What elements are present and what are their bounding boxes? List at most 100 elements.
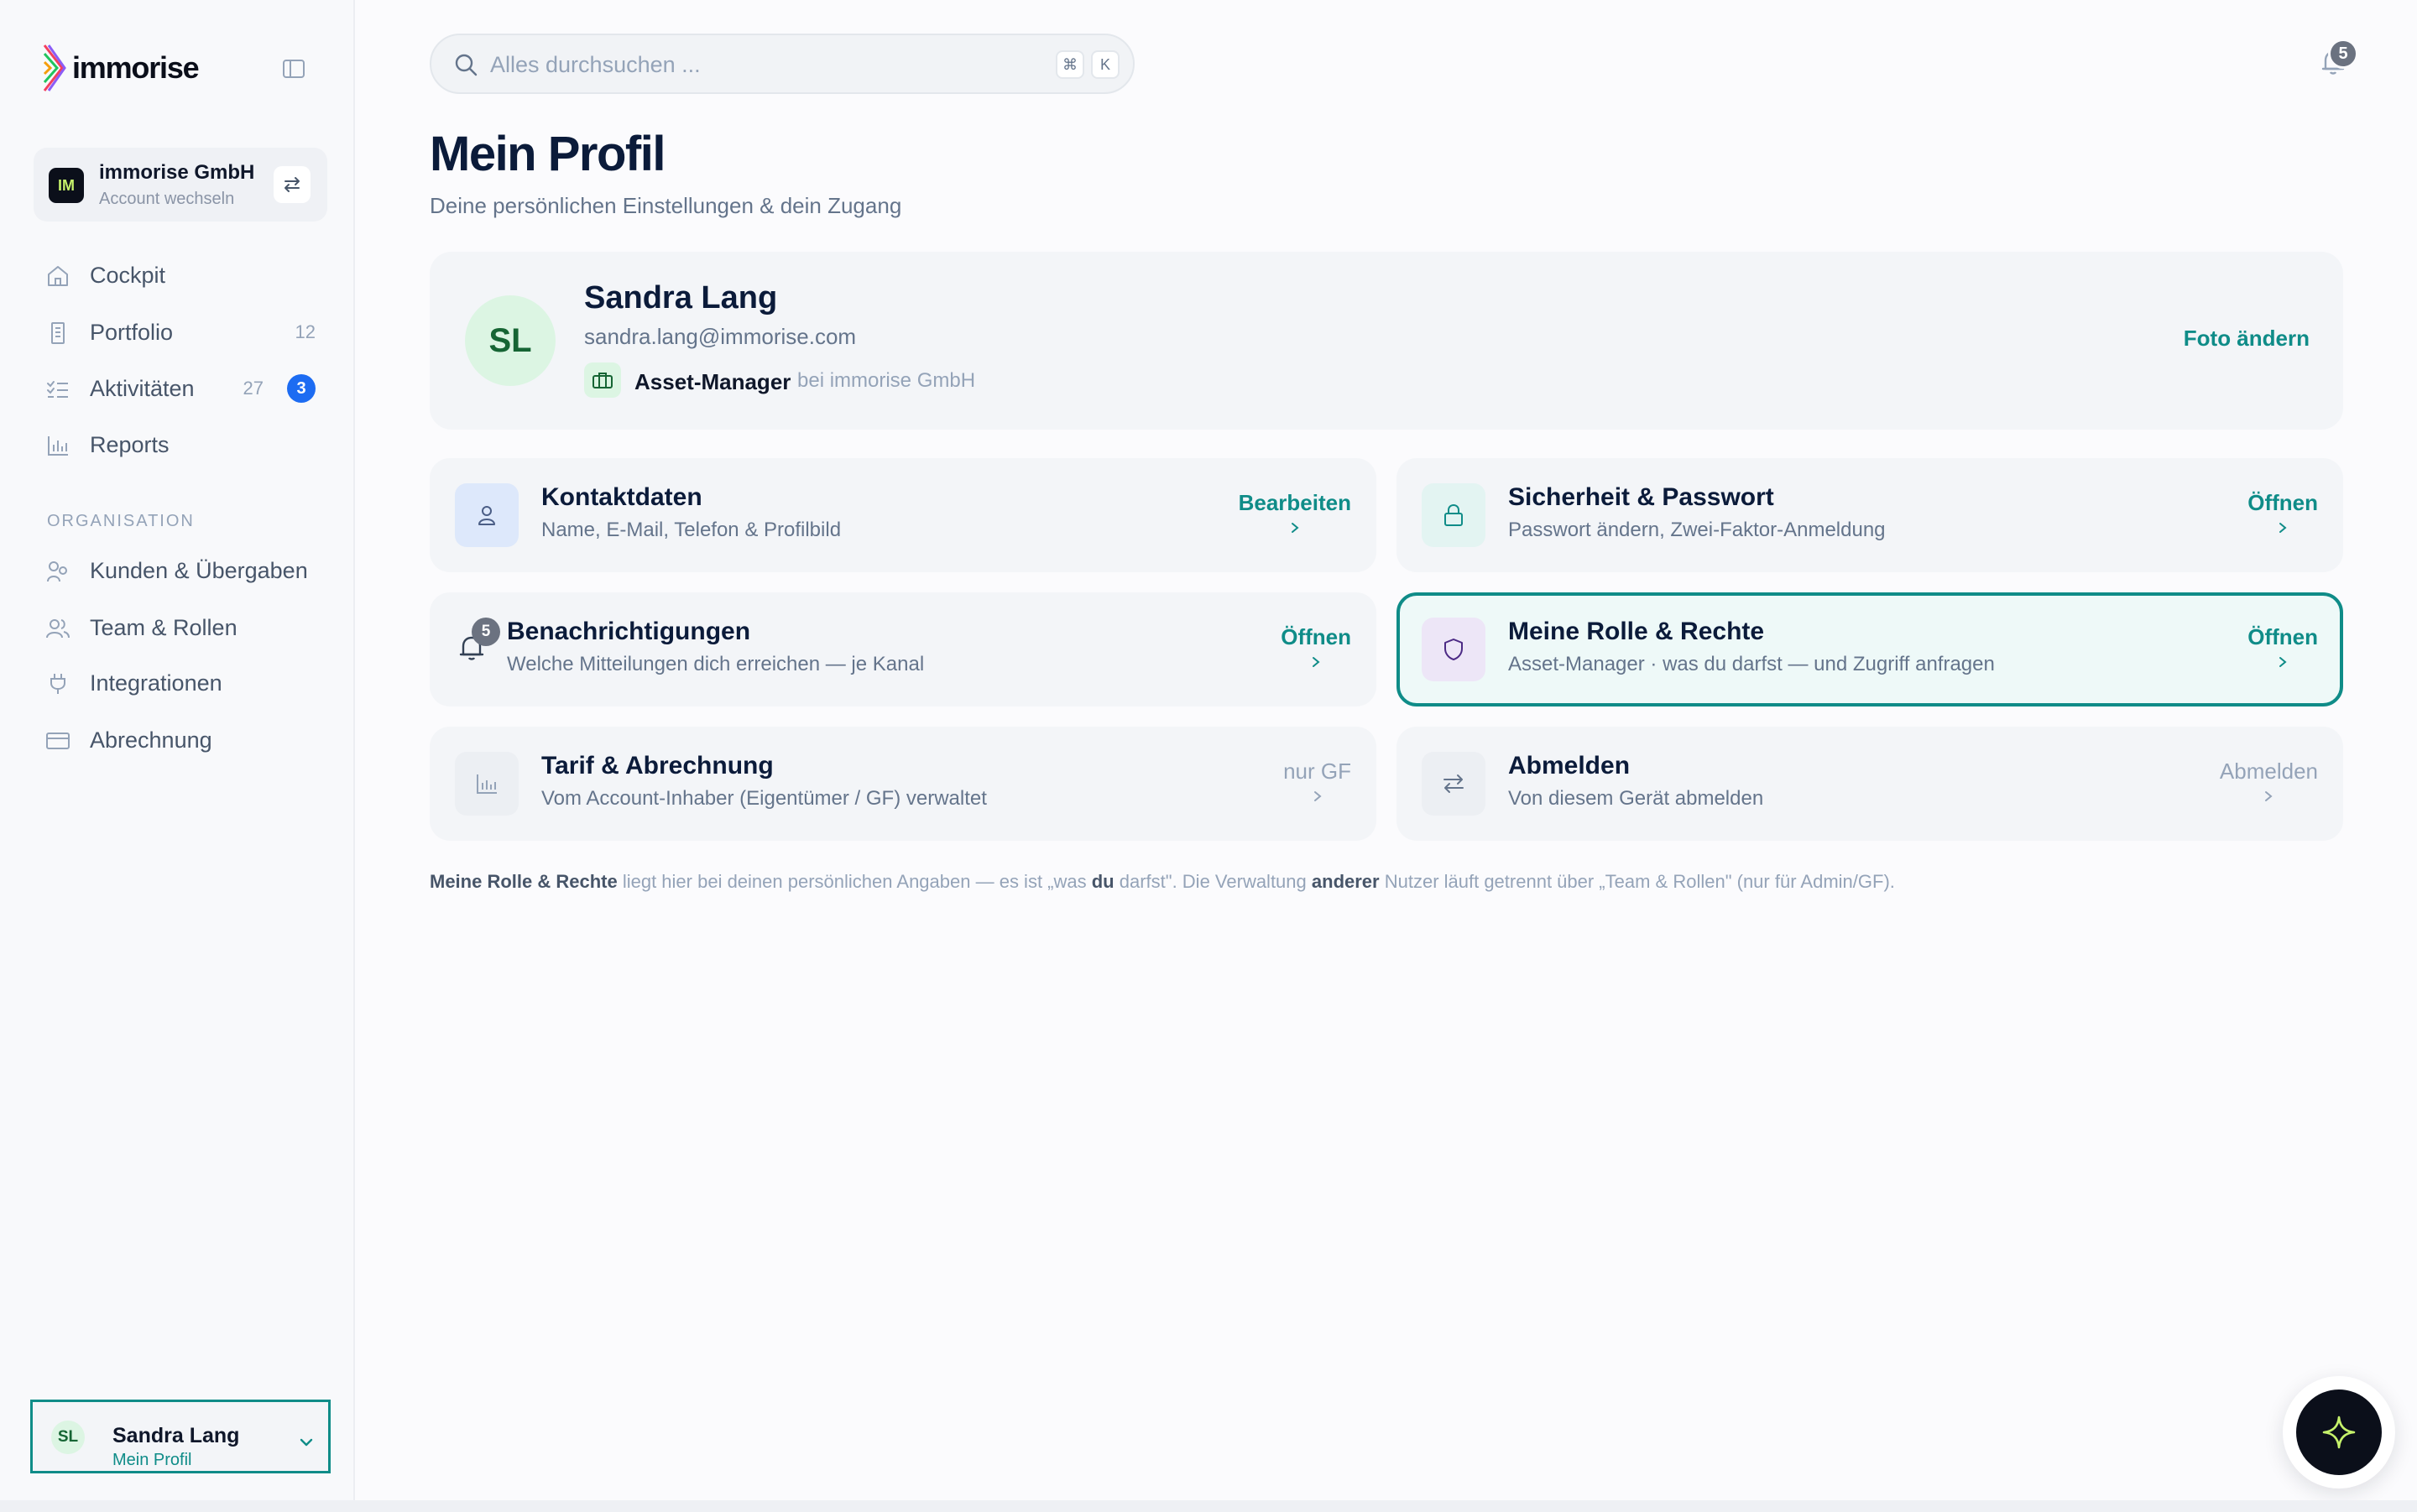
sidebar-item-integrationen[interactable]: Integrationen	[34, 660, 327, 706]
sidebar-item-kunden[interactable]: Kunden & Übergaben	[34, 547, 327, 594]
tile-rolle-rechte[interactable]: Meine Rolle & Rechte Asset-Manager · was…	[1396, 592, 2343, 706]
sidebar-item-label: Abrechnung	[90, 727, 212, 753]
sidebar-item-label: Kunden & Übergaben	[90, 557, 308, 583]
edit-contact-button[interactable]: Bearbeiten	[1239, 490, 1351, 534]
logo[interactable]: immorise	[42, 44, 200, 92]
footnote-text: Nutzer läuft getrennt über „Team & Rolle…	[1379, 871, 1895, 892]
switch-account-button[interactable]	[274, 166, 311, 203]
unread-badge: 3	[287, 374, 316, 403]
tile-title: Kontaktdaten	[541, 483, 702, 511]
account-switch-label: Account wechseln	[99, 190, 235, 208]
briefcase-icon	[584, 362, 621, 398]
sidebar-item-aktivitaeten[interactable]: Aktivitäten 27 3	[34, 365, 327, 412]
sidebar-item-count: 12	[295, 321, 316, 342]
open-security-button[interactable]: Öffnen	[2247, 490, 2318, 534]
sidebar-item-count: 27	[243, 378, 264, 399]
search-bar[interactable]: ⌘ K	[430, 34, 1135, 94]
tile-tarif: Tarif & Abrechnung Vom Account-Inhaber (…	[430, 727, 1376, 841]
bar-chart-icon	[48, 436, 68, 456]
avatar: SL	[465, 295, 556, 386]
logout-button[interactable]: Abmelden	[2220, 759, 2318, 803]
building-icon	[51, 322, 65, 344]
chevron-right-icon	[1291, 523, 1299, 533]
shortcut-key-k: K	[1091, 50, 1120, 79]
profile-organisation: bei immorise GmbH	[797, 369, 976, 392]
user-name: Sandra Lang	[112, 1424, 240, 1447]
chevron-right-icon	[2265, 791, 2273, 801]
page-title: Mein Profil	[430, 127, 666, 181]
tile-benachrichtigungen[interactable]: 5 Benachrichtigungen Welche Mitteilungen…	[430, 592, 1376, 706]
tile-sicherheit[interactable]: Sicherheit & Passwort Passwort ändern, Z…	[1396, 458, 2343, 572]
logo-text: immorise	[72, 50, 200, 85]
chevron-right-icon	[2279, 657, 2287, 667]
shortcut-key-cmd: ⌘	[1056, 50, 1084, 79]
sidebar-item-portfolio[interactable]: Portfolio 12	[34, 309, 327, 356]
users-icon	[46, 619, 70, 639]
open-role-button[interactable]: Öffnen	[2247, 624, 2318, 669]
footnote-text: liegt hier bei deinen persönlichen Angab…	[617, 871, 1092, 892]
sidebar-item-label: Integrationen	[90, 670, 222, 696]
sidebar: immorise IM immorise GmbH Account wechse…	[0, 0, 355, 1500]
plug-icon	[50, 674, 65, 694]
chevron-right-icon	[2279, 523, 2287, 533]
tile-action-label: Öffnen	[2247, 490, 2318, 515]
sidebar-item-abrechnung[interactable]: Abrechnung	[34, 717, 327, 764]
tile-subtitle: Name, E-Mail, Telefon & Profilbild	[541, 519, 842, 541]
tile-title: Benachrichtigungen	[507, 618, 751, 645]
tile-title: Abmelden	[1508, 752, 1631, 779]
user-menu[interactable]: SL Sandra Lang Mein Profil	[30, 1400, 331, 1473]
bar-chart-icon	[455, 752, 519, 816]
home-icon	[48, 266, 68, 286]
search-icon	[455, 54, 478, 76]
sparkle-icon	[2322, 1416, 2356, 1449]
billing-restricted-label: nur GF	[1283, 759, 1351, 803]
tile-subtitle: Asset-Manager · was du darfst — und Zugr…	[1508, 653, 1995, 675]
chevron-right-icon	[1313, 791, 1322, 801]
sidebar-item-label: Portfolio	[90, 319, 174, 345]
checklist-icon	[47, 381, 68, 398]
role-info-footnote: Meine Rolle & Rechte liegt hier bei dein…	[430, 871, 1895, 893]
swap-icon	[285, 177, 300, 192]
change-photo-button[interactable]: Foto ändern	[2184, 326, 2310, 352]
tile-action-label: Öffnen	[2247, 624, 2318, 649]
account-switcher[interactable]: IM immorise GmbH Account wechseln	[34, 148, 327, 222]
sidebar-item-cockpit[interactable]: Cockpit	[34, 252, 327, 299]
sidebar-item-label: Aktivitäten	[90, 375, 195, 401]
tile-title: Sicherheit & Passwort	[1508, 483, 1774, 511]
shield-icon	[1422, 618, 1485, 681]
profile-name: Sandra Lang	[584, 280, 778, 315]
tile-action-label: Öffnen	[1281, 624, 1351, 649]
tile-abmelden[interactable]: Abmelden Von diesem Gerät abmelden Abmel…	[1396, 727, 2343, 841]
sidebar-item-label: Reports	[90, 431, 170, 457]
tile-subtitle: Welche Mitteilungen dich erreichen — je …	[507, 653, 925, 675]
search-input[interactable]	[490, 47, 994, 82]
footnote-emphasis: anderer	[1311, 871, 1380, 892]
sidebar-item-reports[interactable]: Reports	[34, 421, 327, 468]
notification-count-badge: 5	[2328, 39, 2358, 69]
page-subtitle: Deine persönlichen Einstellungen & dein …	[430, 193, 902, 218]
sidebar-item-team[interactable]: Team & Rollen	[34, 604, 327, 651]
sidebar-toggle-icon[interactable]	[282, 59, 305, 79]
tile-kontaktdaten[interactable]: Kontaktdaten Name, E-Mail, Telefon & Pro…	[430, 458, 1376, 572]
open-notifications-button[interactable]: Öffnen	[1281, 624, 1351, 669]
notification-count-badge: 5	[472, 618, 500, 646]
swap-icon	[1422, 752, 1485, 816]
user-icon	[455, 483, 519, 547]
tile-action-label: Abmelden	[2219, 759, 2318, 784]
chevron-down-icon	[300, 1438, 313, 1447]
handshake-icon	[47, 561, 67, 582]
tile-title: Tarif & Abrechnung	[541, 752, 774, 779]
ai-assistant-button[interactable]	[2296, 1389, 2382, 1475]
immorise-logo-icon	[43, 44, 66, 91]
footnote-text: darfst". Die Verwaltung	[1114, 871, 1312, 892]
chevron-right-icon	[1313, 657, 1320, 667]
tile-action-label: Bearbeiten	[1238, 490, 1351, 515]
profile-role: Asset-Manager	[634, 369, 791, 394]
lock-icon	[1422, 483, 1485, 547]
account-name: immorise GmbH	[99, 161, 255, 184]
account-avatar: IM	[49, 168, 84, 203]
sidebar-item-label: Team & Rollen	[90, 614, 238, 640]
tile-subtitle: Passwort ändern, Zwei-Faktor-Anmeldung	[1508, 519, 1886, 541]
sidebar-section-title: ORGANISATION	[47, 512, 195, 530]
tile-subtitle: Vom Account-Inhaber (Eigentümer / GF) ve…	[541, 787, 987, 810]
